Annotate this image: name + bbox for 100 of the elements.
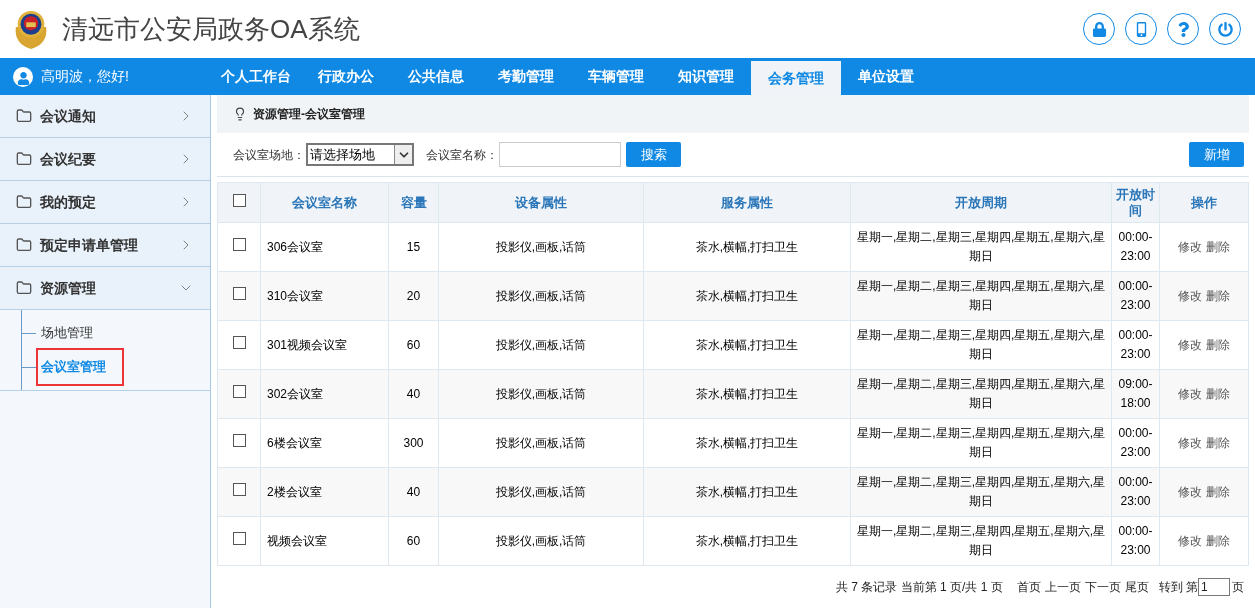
table-cell: 302会议室 <box>260 369 389 419</box>
nav-tab[interactable]: 公共信息 <box>391 58 481 95</box>
page-link[interactable]: 尾页 <box>1124 578 1149 596</box>
column-header: 操作 <box>1159 182 1249 223</box>
sidebar-item[interactable]: 预定申请单管理 <box>0 224 210 267</box>
page-input[interactable]: 1 <box>1198 578 1230 596</box>
table-cell: 投影仪,画板,话筒 <box>438 418 644 468</box>
table-cell: 301视频会议室 <box>260 320 389 370</box>
checkbox[interactable] <box>232 483 246 496</box>
folder-icon <box>16 237 32 253</box>
table-cell: 星期一,星期二,星期三,星期四,星期五,星期六,星期日 <box>850 369 1112 419</box>
table-cell: 00:00-23:00 <box>1111 271 1160 321</box>
table-cell: 星期一,星期二,星期三,星期四,星期五,星期六,星期日 <box>850 320 1112 370</box>
system-title: 清远市公安局政务OA系统 <box>62 12 360 46</box>
search-button[interactable]: 搜索 <box>626 142 681 167</box>
table-cell: 茶水,横幅,打扫卫生 <box>643 516 851 566</box>
sidebar-item[interactable]: 会议纪要 <box>0 138 210 181</box>
table-cell: 00:00-23:00 <box>1111 222 1160 272</box>
table-cell: 茶水,横幅,打扫卫生 <box>643 320 851 370</box>
add-button[interactable]: 新增 <box>1189 142 1244 167</box>
nav-tab[interactable]: 个人工作台 <box>211 58 301 95</box>
user-avatar-icon <box>13 66 33 87</box>
table-cell: 00:00-23:00 <box>1111 320 1160 370</box>
lock-icon[interactable] <box>1083 13 1115 45</box>
table-cell: 2楼会议室 <box>260 467 389 517</box>
column-header: 会议室名称 <box>260 182 389 223</box>
nav-tab[interactable]: 行政办公 <box>301 58 391 95</box>
page-link[interactable]: 上一页 <box>1044 578 1081 596</box>
table-cell: 茶水,横幅,打扫卫生 <box>643 418 851 468</box>
table-cell: 09:00-18:00 <box>1111 369 1160 419</box>
checkbox[interactable] <box>232 336 246 349</box>
action-link[interactable]: 删除 <box>1206 289 1230 303</box>
table-cell: 星期一,星期二,星期三,星期四,星期五,星期六,星期日 <box>850 467 1112 517</box>
action-link[interactable]: 删除 <box>1206 240 1230 254</box>
table-cell: 茶水,横幅,打扫卫生 <box>643 271 851 321</box>
action-link[interactable]: 删除 <box>1206 534 1230 548</box>
folder-icon <box>16 194 32 210</box>
room-name-input[interactable] <box>499 142 621 167</box>
table-cell: 00:00-23:00 <box>1111 516 1160 566</box>
action-link[interactable]: 修改 <box>1178 387 1202 401</box>
column-header: 开放周期 <box>850 182 1112 223</box>
action-link[interactable]: 修改 <box>1178 534 1202 548</box>
sidebar-item[interactable]: 会议通知 <box>0 95 210 138</box>
page-link[interactable]: 首页 <box>1016 578 1041 596</box>
action-link[interactable]: 删除 <box>1206 436 1230 450</box>
power-icon[interactable] <box>1209 13 1241 45</box>
caret-icon <box>394 145 412 164</box>
column-header: 容量 <box>388 182 439 223</box>
action-link[interactable]: 修改 <box>1178 485 1202 499</box>
column-header: 服务属性 <box>643 182 851 223</box>
table-cell: 15 <box>388 222 439 272</box>
checkbox[interactable] <box>232 385 246 398</box>
action-link[interactable]: 删除 <box>1206 387 1230 401</box>
help-icon[interactable] <box>1167 13 1199 45</box>
table-cell: 投影仪,画板,话筒 <box>438 516 644 566</box>
phone-icon[interactable] <box>1125 13 1157 45</box>
action-link[interactable]: 修改 <box>1178 240 1202 254</box>
checkbox[interactable] <box>232 287 246 300</box>
nav-tab[interactable]: 车辆管理 <box>571 58 661 95</box>
sidebar-item[interactable]: 资源管理 <box>0 267 210 310</box>
action-link[interactable]: 修改 <box>1178 338 1202 352</box>
table-cell: 投影仪,画板,话筒 <box>438 467 644 517</box>
table-cell: 视频会议室 <box>260 516 389 566</box>
table-cell: 茶水,横幅,打扫卫生 <box>643 222 851 272</box>
nav-tab[interactable]: 单位设置 <box>841 58 931 95</box>
table-cell: 310会议室 <box>260 271 389 321</box>
checkbox[interactable] <box>232 193 246 207</box>
table-cell: 投影仪,画板,话筒 <box>438 320 644 370</box>
table-cell: 星期一,星期二,星期三,星期四,星期五,星期六,星期日 <box>850 516 1112 566</box>
table-cell: 投影仪,画板,话筒 <box>438 271 644 321</box>
column-header: 开放时间 <box>1111 182 1160 223</box>
page-link[interactable]: 下一页 <box>1084 578 1121 596</box>
table-cell: 300 <box>388 418 439 468</box>
action-link[interactable]: 删除 <box>1206 338 1230 352</box>
folder-icon <box>16 280 32 296</box>
action-link[interactable]: 修改 <box>1178 289 1202 303</box>
nav-tab[interactable]: 知识管理 <box>661 58 751 95</box>
table-cell: 投影仪,画板,话筒 <box>438 369 644 419</box>
table-cell: 40 <box>388 467 439 517</box>
table-cell: 306会议室 <box>260 222 389 272</box>
action-link[interactable]: 删除 <box>1206 485 1230 499</box>
table-cell: 00:00-23:00 <box>1111 418 1160 468</box>
page-summary: 共 7 条记录 当前第 1 页/共 1 页 <box>835 579 1003 596</box>
table-cell: 茶水,横幅,打扫卫生 <box>643 467 851 517</box>
sidebar-item[interactable]: 我的预定 <box>0 181 210 224</box>
table-cell: 星期一,星期二,星期三,星期四,星期五,星期六,星期日 <box>850 418 1112 468</box>
table-cell: 6楼会议室 <box>260 418 389 468</box>
folder-icon <box>16 151 32 167</box>
venue-select[interactable]: 请选择场地 <box>306 143 414 166</box>
table-cell: 40 <box>388 369 439 419</box>
sidebar-subitem[interactable]: 场地管理 <box>40 318 94 348</box>
checkbox[interactable] <box>232 434 246 447</box>
table-cell: 00:00-23:00 <box>1111 467 1160 517</box>
goto-label: 转到 第 <box>1158 579 1198 596</box>
table-cell: 60 <box>388 320 439 370</box>
action-link[interactable]: 修改 <box>1178 436 1202 450</box>
checkbox[interactable] <box>232 238 246 251</box>
lightbulb-icon <box>233 107 247 121</box>
checkbox[interactable] <box>232 532 246 545</box>
nav-tab[interactable]: 考勤管理 <box>481 58 571 95</box>
